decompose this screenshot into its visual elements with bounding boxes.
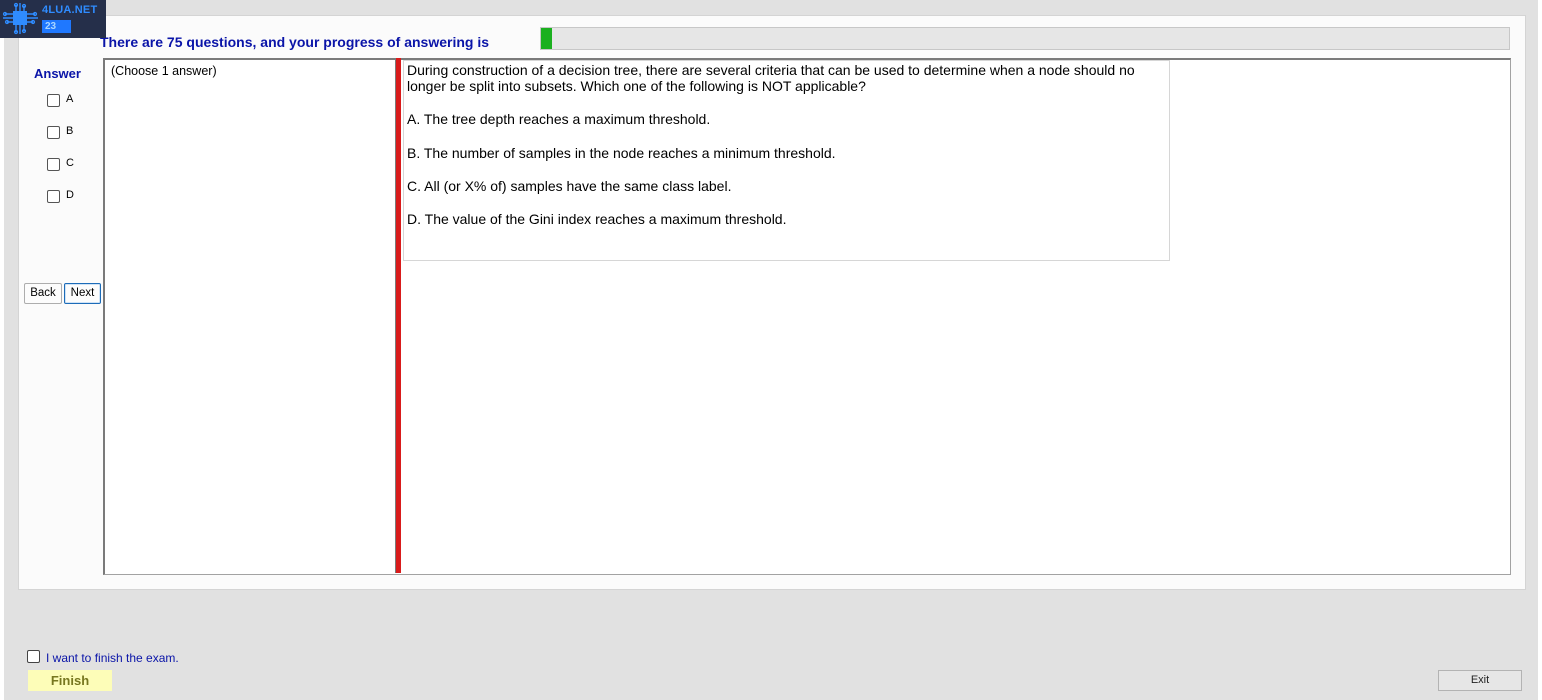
checkbox-d[interactable]	[47, 190, 60, 203]
checkbox-b[interactable]	[47, 126, 60, 139]
exit-button[interactable]: Exit	[1438, 670, 1522, 691]
next-button[interactable]: Next	[64, 283, 101, 304]
window-edge-right	[1538, 0, 1542, 700]
answer-heading: Answer	[34, 66, 81, 81]
answer-option-label: D	[66, 189, 74, 201]
progress-bar-fill	[541, 28, 552, 49]
logo-badge: 23	[42, 20, 71, 33]
answer-option-label: C	[66, 157, 74, 169]
site-logo: 4LUA.NET 23	[0, 0, 106, 38]
checkbox-c[interactable]	[47, 158, 60, 171]
circuit-chip-icon	[2, 2, 38, 35]
back-button[interactable]: Back	[24, 283, 62, 304]
question-option-c: C. All (or X% of) samples have the same …	[407, 178, 732, 194]
finish-button[interactable]: Finish	[28, 670, 112, 691]
window-edge-left	[0, 0, 4, 700]
question-option-d: D. The value of the Gini index reaches a…	[407, 211, 787, 227]
progress-bar	[540, 27, 1510, 50]
question-option-b: B. The number of samples in the node rea…	[407, 145, 836, 161]
question-option-a: A. The tree depth reaches a maximum thre…	[407, 111, 711, 127]
answer-option-label: A	[66, 93, 74, 105]
question-text: During construction of a decision tree, …	[407, 62, 1135, 94]
progress-caption: There are 75 questions, and your progres…	[100, 34, 489, 50]
answer-instruction: (Choose 1 answer)	[111, 64, 217, 78]
answer-option-label: B	[66, 125, 74, 137]
logo-site-name: 4LUA.NET	[42, 4, 98, 16]
checkbox-a[interactable]	[47, 94, 60, 107]
pane-splitter[interactable]	[396, 58, 401, 573]
finish-exam-checkbox[interactable]	[27, 650, 40, 663]
finish-exam-label[interactable]: I want to finish the exam.	[46, 651, 179, 665]
